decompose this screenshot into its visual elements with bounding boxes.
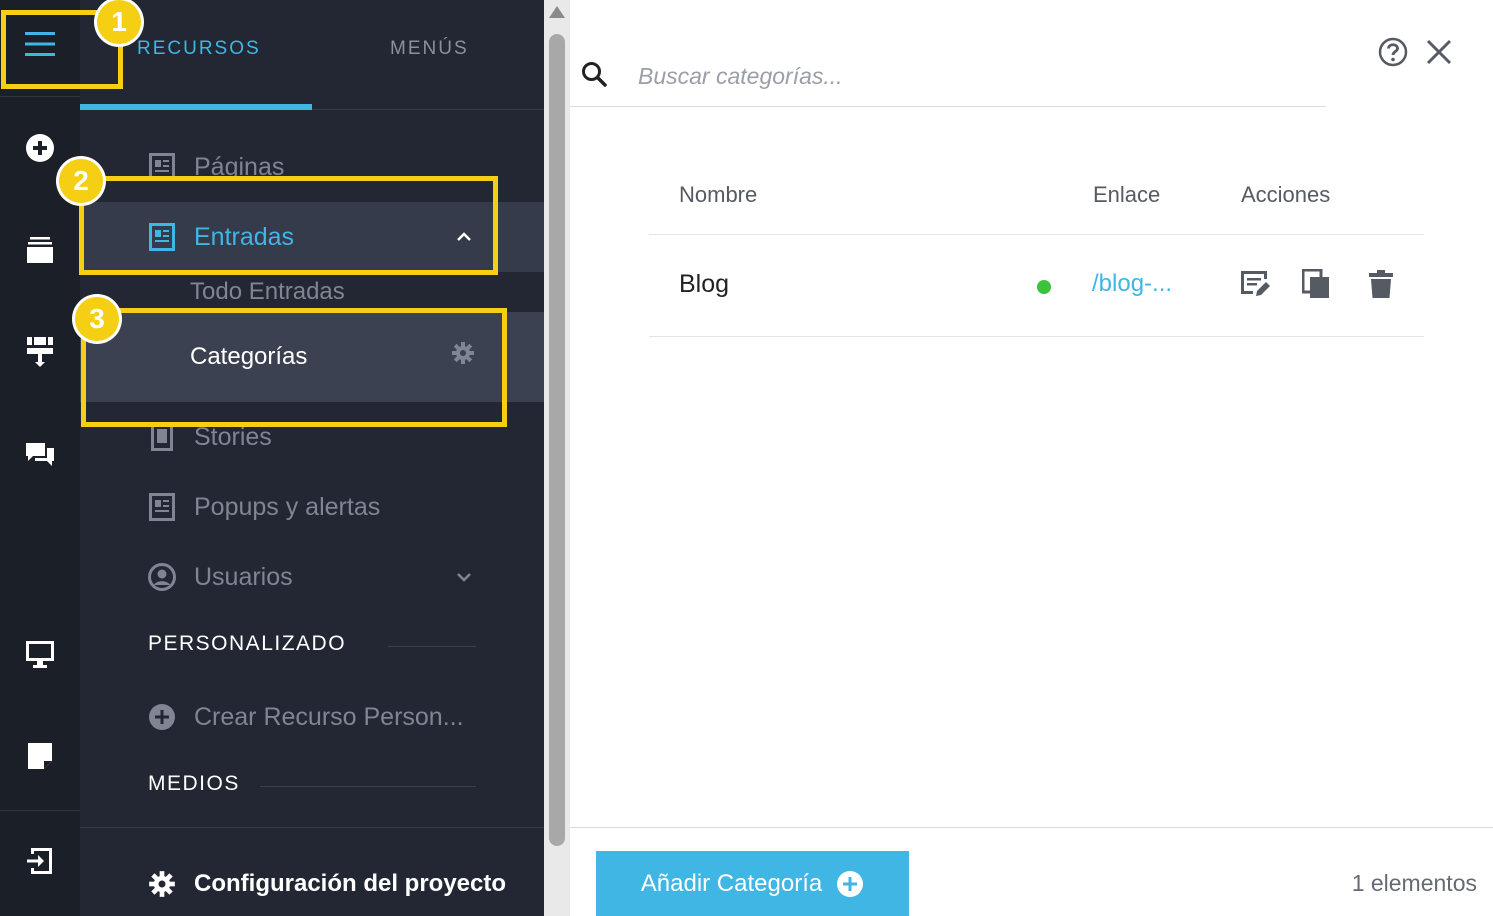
sidebar-item-stories[interactable]: Stories	[80, 410, 544, 464]
sticky-note-icon	[28, 743, 52, 769]
preview-button[interactable]	[0, 626, 80, 682]
sidebar-item-label: Páginas	[194, 152, 285, 181]
plus-circle-icon	[26, 134, 54, 162]
chevron-up-icon[interactable]	[457, 232, 471, 242]
exit-icon	[27, 848, 52, 874]
category-link[interactable]: /blog-...	[1092, 270, 1172, 298]
sidebar-item-label: Todo Entradas	[190, 278, 345, 305]
add-category-button[interactable]: Añadir Categoría	[596, 851, 909, 916]
exit-button[interactable]	[0, 832, 80, 890]
panel-divider	[80, 827, 544, 828]
scrollbar-thumb[interactable]	[549, 34, 565, 846]
rail-divider	[0, 810, 80, 811]
sidebar-item-label: Usuarios	[194, 562, 293, 591]
sidebar-item-label: Popups y alertas	[194, 492, 381, 521]
monitor-icon	[26, 641, 54, 668]
search-underline	[570, 106, 1326, 107]
plus-circle-icon	[837, 870, 864, 897]
sidebar-item-entradas[interactable]: Entradas	[80, 202, 544, 272]
edit-button[interactable]	[1237, 266, 1273, 302]
section-divider	[388, 646, 476, 647]
comments-button[interactable]	[0, 428, 80, 484]
sidebar-item-label: Categorías	[190, 343, 308, 370]
pages-layers-button[interactable]	[0, 222, 80, 278]
row-divider	[649, 336, 1424, 337]
sidebar-subitem-todo-entradas[interactable]: Todo Entradas	[80, 272, 544, 312]
sidebar-item-configuracion[interactable]: Configuración del proyecto	[80, 856, 544, 912]
add-element-button[interactable]	[0, 120, 80, 176]
column-header-acciones: Acciones	[1241, 182, 1331, 207]
page-icon	[148, 223, 176, 251]
categories-main: Nombre Enlace Acciones Blog /blog-... Añ…	[570, 0, 1493, 916]
column-header-nombre[interactable]: Nombre	[679, 182, 757, 208]
notes-button[interactable]	[0, 728, 80, 784]
layers-icon	[27, 237, 53, 263]
tab-menus[interactable]: MENÚS	[390, 38, 469, 60]
item-count: 1 elementos	[1351, 870, 1477, 896]
chat-bubbles-icon	[26, 443, 54, 466]
app-root: RECURSOS MENÚS Páginas Entradas Todo Ent…	[0, 0, 1493, 916]
trash-icon	[1369, 270, 1393, 298]
duplicate-button[interactable]	[1298, 266, 1334, 302]
close-icon[interactable]	[1426, 39, 1452, 65]
scroll-up-arrow-icon[interactable]	[549, 6, 565, 18]
rail-divider	[0, 96, 80, 97]
sidebar-item-popups[interactable]: Popups y alertas	[80, 480, 544, 534]
help-icon[interactable]	[1378, 37, 1408, 67]
section-divider	[260, 786, 476, 787]
section-heading-personalizado: PERSONALIZADO	[148, 632, 347, 655]
icon-rail	[0, 0, 80, 916]
search-icon	[582, 62, 607, 87]
edit-icon	[1241, 271, 1270, 296]
footer-divider	[570, 827, 1493, 828]
gear-icon	[148, 870, 176, 898]
plus-circle-icon	[148, 703, 176, 731]
add-category-label: Añadir Categoría	[640, 869, 823, 897]
panel-tabs: RECURSOS MENÚS	[80, 0, 544, 110]
column-header-enlace: Enlace	[1093, 182, 1161, 207]
search-input[interactable]	[638, 52, 1328, 100]
paint-roller-icon	[27, 337, 53, 367]
sidebar-item-label: Stories	[194, 422, 272, 451]
page-icon	[148, 493, 176, 521]
sidebar-item-label: Configuración del proyecto	[194, 870, 507, 897]
tab-recursos[interactable]: RECURSOS	[137, 38, 261, 60]
copy-icon	[1302, 269, 1329, 298]
sidebar-item-crear-recurso[interactable]: Crear Recurso Person...	[80, 690, 544, 744]
design-button[interactable]	[0, 324, 80, 380]
sidebar-subitem-categorias[interactable]: Categorías	[80, 312, 544, 402]
delete-button[interactable]	[1363, 266, 1399, 302]
sidebar-item-label: Entradas	[194, 222, 295, 251]
sidebar-item-paginas[interactable]: Páginas	[80, 140, 544, 194]
phone-icon	[148, 423, 176, 451]
status-dot	[1037, 280, 1051, 294]
hamburger-icon	[25, 32, 55, 56]
active-tab-indicator	[80, 104, 312, 110]
hamburger-menu-button[interactable]	[0, 12, 80, 76]
gear-icon[interactable]	[451, 341, 475, 365]
section-heading-medios: MEDIOS	[148, 772, 240, 795]
sidebar-item-usuarios[interactable]: Usuarios	[80, 550, 544, 604]
chevron-down-icon[interactable]	[457, 572, 471, 582]
user-circle-icon	[148, 563, 176, 591]
resources-panel: RECURSOS MENÚS Páginas Entradas Todo Ent…	[80, 0, 544, 916]
header-divider	[649, 234, 1424, 235]
category-name: Blog	[679, 270, 730, 298]
page-icon	[148, 153, 176, 181]
sidebar-item-label: Crear Recurso Person...	[194, 702, 464, 731]
